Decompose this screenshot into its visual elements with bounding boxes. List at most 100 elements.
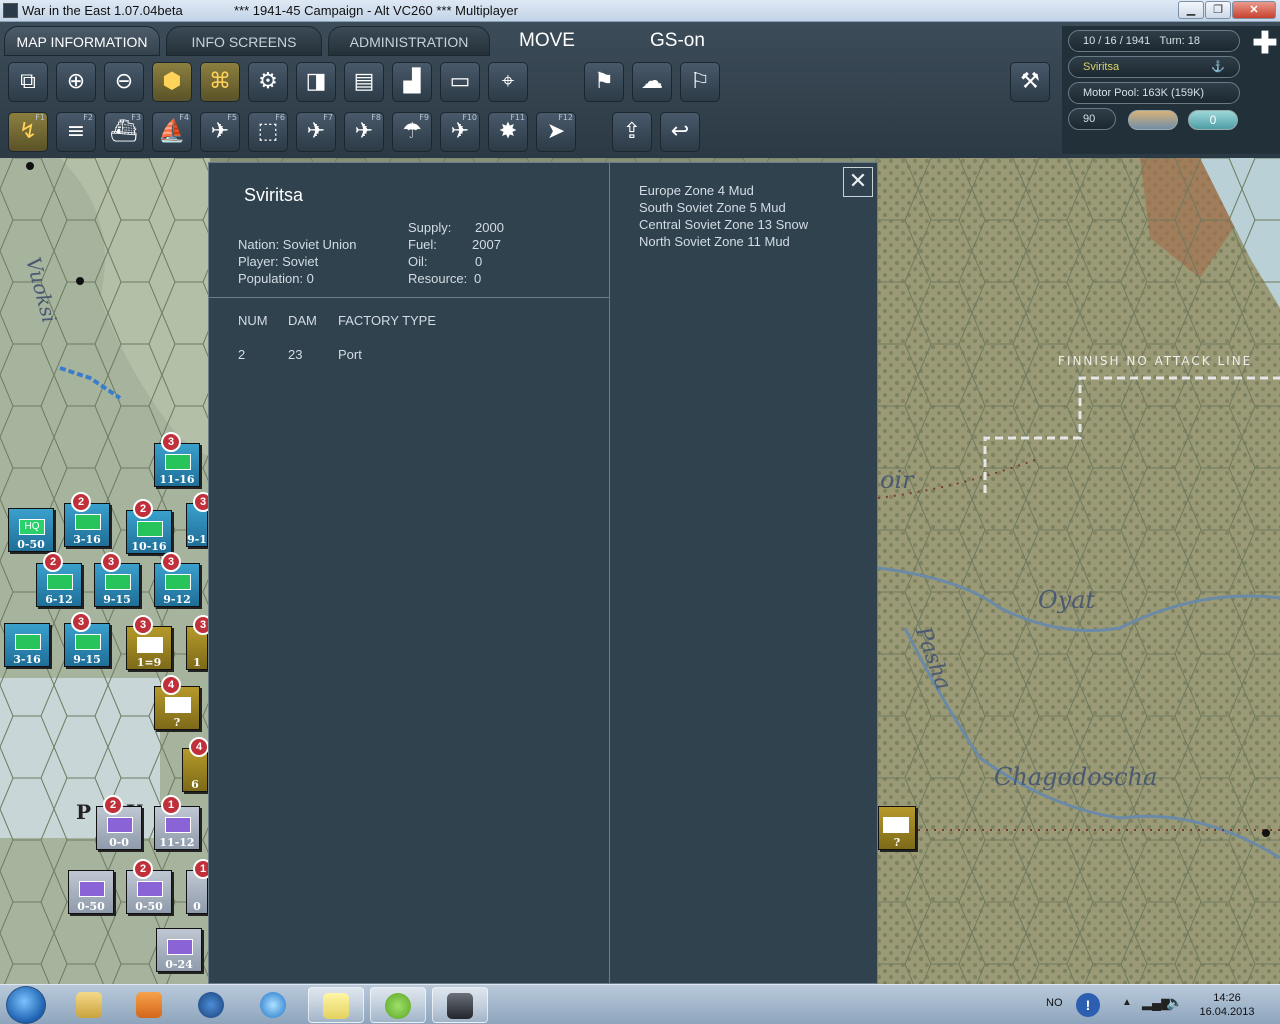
map-icon[interactable]: ▤ [344,62,384,102]
clock-time: 14:26 [1213,992,1241,1004]
target-icon[interactable]: ⌖ [488,62,528,102]
unit-counter[interactable]: 3 9-12 [154,552,200,607]
close-window-button[interactable]: ✕ [1232,1,1276,19]
hp-icon[interactable] [184,987,240,1023]
fuel-label: Fuel: [408,237,437,252]
explorer-icon[interactable] [62,987,118,1023]
flag-icon[interactable]: ⚐ [680,62,720,102]
move-icon[interactable]: ↯ F1 [8,112,48,152]
unit-counter[interactable]: 3 11-16 [154,432,200,487]
weather-zone: South Soviet Zone 5 Mud [639,200,786,215]
tab-map-information[interactable]: MAP INFORMATION [4,26,160,56]
recon-icon[interactable]: ➤ F12 [536,112,576,152]
media-player-icon[interactable] [122,987,178,1023]
ground-attack-icon[interactable]: ✈ F8 [344,112,384,152]
air-transfer-icon[interactable]: ✈ F5 [200,112,240,152]
bomber-icon[interactable]: ✈ F7 [296,112,336,152]
unit-counter[interactable]: 3-16 [4,623,50,667]
weather-zone: North Soviet Zone 11 Mud [639,234,790,249]
unit-counter[interactable]: 31 [186,615,213,670]
windows-taskbar: NO ! ▲ ▂▄▆ 🔈 14:26 16.04.2013 [0,984,1280,1024]
gear-icon[interactable]: ⚙ [248,62,288,102]
air-supply-icon[interactable]: ⬚ F6 [248,112,288,152]
rail-icon[interactable]: ≡ F2 [56,112,96,152]
unit-counter[interactable]: 0-24 [156,928,202,972]
unit-counter[interactable]: 2 0-0 [96,795,142,850]
divider [209,297,609,298]
col-factory-type: FACTORY TYPE [338,313,437,328]
upload-icon[interactable]: ⇪ [612,112,652,152]
spotify-icon[interactable] [370,987,426,1023]
counter-toggle[interactable]: 0 [1188,110,1238,130]
unit-counter[interactable]: 2 10-16 [126,499,172,554]
unit-counter[interactable]: 3 9-15 [64,612,110,667]
unit-counter[interactable]: 3 1=9 [126,615,172,670]
unit-counter[interactable]: 2 6-12 [36,552,82,607]
unit-counter[interactable]: 46 [182,737,209,792]
motor-pool: Motor Pool: 163K (159K) [1083,87,1205,99]
game-date: 10 / 16 / 1941 [1083,35,1151,47]
supply-label: Supply: [408,220,452,235]
language-indicator[interactable]: NO [1046,997,1063,1009]
notes-icon[interactable] [308,987,364,1023]
unit-counter[interactable]: 1 11-12 [154,795,200,850]
unit-counter[interactable]: ? [878,806,916,850]
terrain-indicator[interactable] [1128,110,1178,130]
date-turn-pill: 10 / 16 / 1941 Turn: 18 [1068,30,1240,52]
location-name: Sviritsa [1083,61,1120,73]
mode-move[interactable]: MOVE [519,30,575,52]
unit-counter[interactable]: 4? [154,675,200,730]
window-titlebar: War in the East 1.07.04beta *** 1941-45 … [0,0,1280,22]
maximize-button[interactable]: ❐ [1205,1,1231,19]
overlay-icon[interactable]: ⧉ [8,62,48,102]
tray-expand-icon[interactable]: ▲ [1122,997,1132,1008]
zoom-in-icon[interactable]: ⊕ [56,62,96,102]
map-label-oir: oir [880,466,914,494]
unit-counter[interactable]: 2 0-50 [126,859,172,914]
weather-icon[interactable]: ☁ [632,62,672,102]
factory-icon[interactable]: ▟ [392,62,432,102]
units-icon[interactable]: ◨ [296,62,336,102]
unit-counter[interactable]: 3 9-15 [94,552,140,607]
motor-pool-pill: Motor Pool: 163K (159K) [1068,82,1240,104]
unit-counter[interactable]: 0-50 [68,870,114,914]
volume-icon[interactable]: 🔈 [1166,994,1183,1011]
ship-icon[interactable]: ⛴ F3 [104,112,144,152]
panel-title: Sviritsa [244,185,304,205]
clock-date: 16.04.2013 [1199,1006,1255,1018]
explosion-icon[interactable]: ✸ F11 [488,112,528,152]
frame-icon[interactable]: ▭ [440,62,480,102]
axe-flag-icon[interactable]: ⚒ [1010,62,1050,102]
alert-icon[interactable]: ! [1076,993,1100,1017]
naval-icon[interactable]: ⛵ F4 [152,112,192,152]
undo-icon[interactable]: ↩ [660,112,700,152]
minimize-button[interactable]: ▁ [1178,1,1204,19]
supply-value: 2000 [475,220,504,235]
hq-counter[interactable]: HQ 0-50 [8,508,54,552]
player: Player: Soviet [238,254,319,269]
campaign-title: *** 1941-45 Campaign - Alt VC260 *** Mul… [234,3,518,18]
balkenkreuz-icon: ✚ [1252,27,1278,60]
hex-select-icon[interactable]: ⌘ [200,62,240,102]
ie-icon[interactable] [246,987,302,1023]
close-panel-button[interactable]: ✕ [843,167,873,197]
weather-zone: Europe Zone 4 Mud [639,183,754,198]
unit-counter[interactable]: 2 3-16 [64,492,110,547]
col-dam: DAM [288,313,317,328]
hex-icon[interactable]: ⬢ [152,62,192,102]
interdiction-icon[interactable]: ✈ F10 [440,112,480,152]
unit-counter[interactable]: 10 [186,859,213,914]
flag-exit-icon[interactable]: ⚑ [584,62,624,102]
tab-info-screens[interactable]: INFO SCREENS [166,26,322,56]
clock[interactable]: 14:26 16.04.2013 [1190,991,1264,1019]
location-pill[interactable]: Sviritsa ⚓ [1068,56,1240,78]
tab-administration[interactable]: ADMINISTRATION [328,26,490,56]
game-icon[interactable] [432,987,488,1023]
zoom-out-icon[interactable]: ⊖ [104,62,144,102]
app-icon [3,3,18,18]
start-button[interactable] [6,986,46,1024]
paradrop-icon[interactable]: ☂ F9 [392,112,432,152]
unit-counter[interactable]: 3 9-1 [186,492,213,547]
mode-gs[interactable]: GS-on [650,30,705,52]
factory-dam: 23 [288,347,303,362]
